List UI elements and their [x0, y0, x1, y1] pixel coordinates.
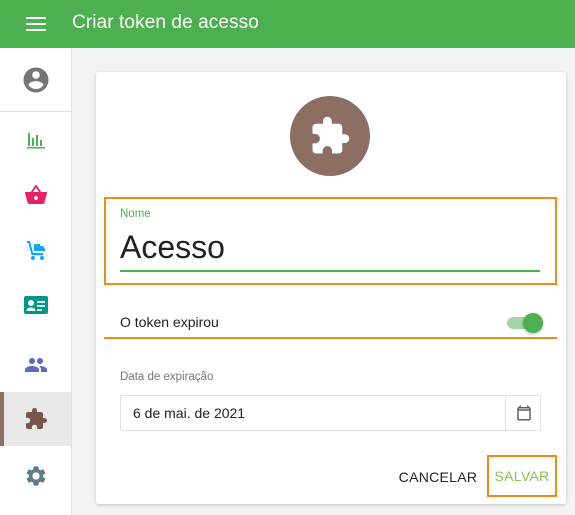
expiration-date-value[interactable]: 6 de mai. de 2021 [133, 405, 245, 421]
account-icon[interactable] [0, 53, 71, 107]
name-label: Nome [120, 208, 151, 220]
gear-icon[interactable] [0, 449, 71, 503]
sidebar-divider [0, 111, 71, 112]
name-input[interactable] [120, 224, 540, 272]
toggle-thumb [523, 313, 543, 333]
toggle-highlight-line [104, 337, 557, 339]
expiration-date-field[interactable]: 6 de mai. de 2021 [120, 395, 541, 431]
expired-toggle[interactable] [505, 313, 543, 333]
save-button[interactable]: SALVAR [487, 455, 557, 497]
menu-icon[interactable] [26, 16, 46, 32]
app-bar: Criar token de acesso [0, 0, 575, 48]
sidebar [0, 48, 72, 515]
token-avatar [290, 96, 370, 176]
token-form-card: Nome O token expirou Data de expiração 6… [96, 72, 566, 504]
puzzle-icon [312, 116, 350, 154]
calendar-icon[interactable] [506, 396, 541, 430]
contact-card-icon[interactable] [0, 278, 71, 332]
expiration-date-label: Data de expiração [120, 371, 214, 383]
shopping-basket-icon[interactable] [0, 168, 71, 222]
hand-truck-icon[interactable] [0, 223, 71, 277]
expired-toggle-label: O token expirou [120, 314, 219, 330]
cancel-button[interactable]: CANCELAR [392, 465, 484, 489]
puzzle-icon[interactable] [0, 392, 71, 446]
people-icon[interactable] [0, 338, 71, 392]
bar-chart-icon[interactable] [0, 113, 71, 167]
page-title: Criar token de acesso [72, 12, 259, 33]
